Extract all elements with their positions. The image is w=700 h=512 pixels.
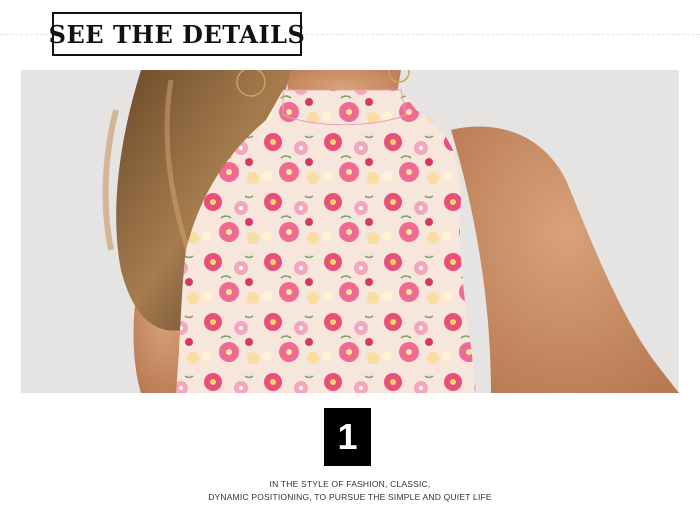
detail-caption: IN THE STYLE OF FASHION, CLASSIC, DYNAMI… [0,478,700,504]
caption-line-2: DYNAMIC POSITIONING, TO PURSUE THE SIMPL… [208,492,492,502]
caption-line-1: IN THE STYLE OF FASHION, CLASSIC, [269,479,431,489]
section-title-box: SEE THE DETAILS [49,12,305,56]
detail-number-badge: 1 [324,408,371,466]
section-title: SEE THE DETAILS [48,19,306,49]
floral-top-photo [21,70,679,393]
product-detail-photo [21,70,679,393]
